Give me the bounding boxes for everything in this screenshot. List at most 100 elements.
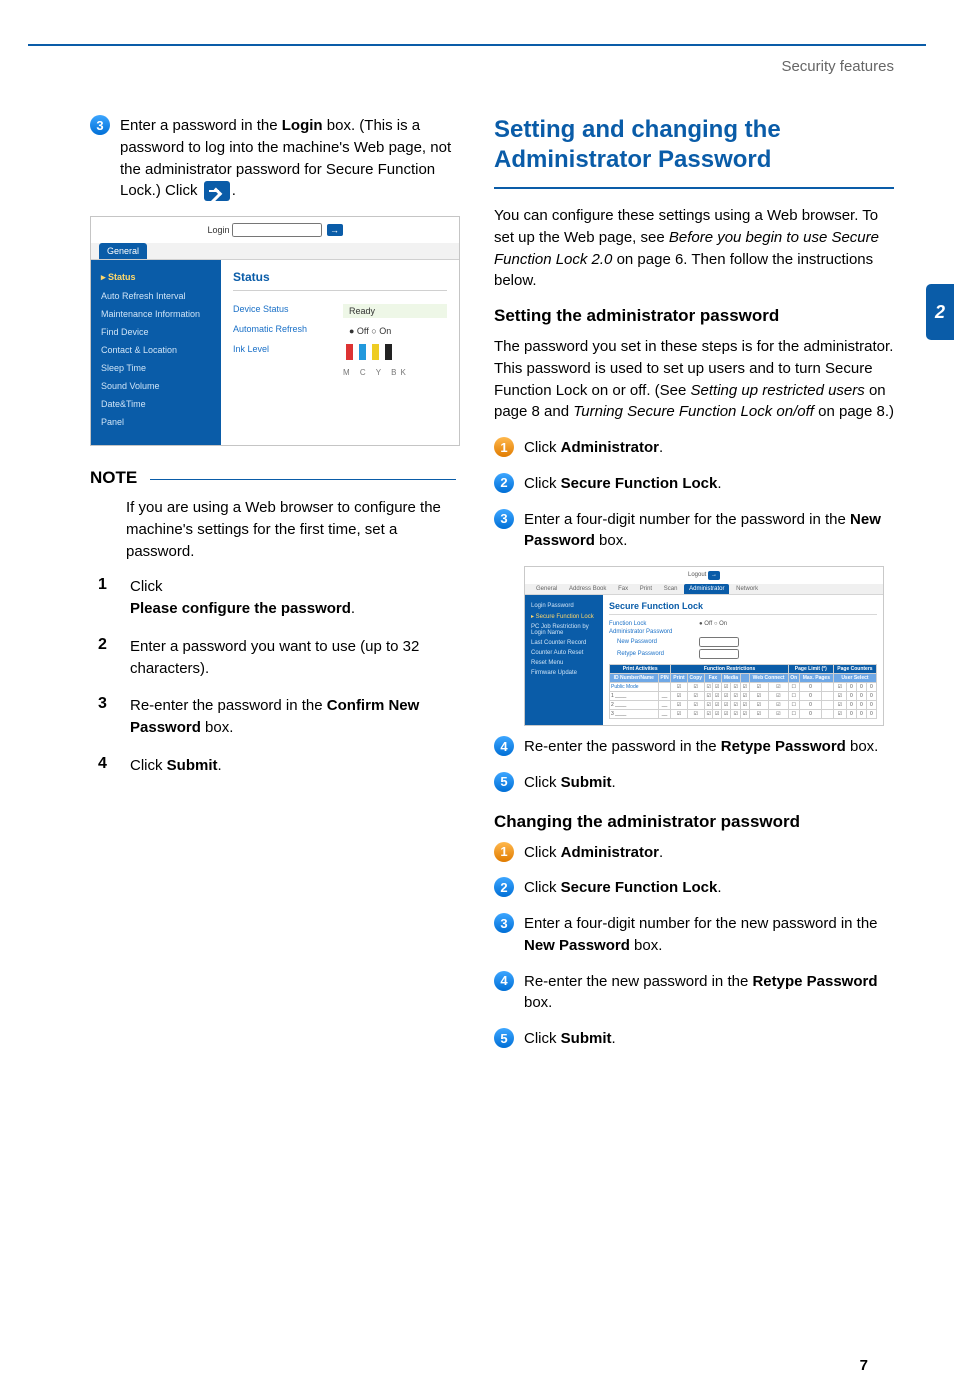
step-badge-3: 3 (90, 115, 110, 135)
sidebar-item[interactable]: ▸ Status (101, 268, 211, 287)
ss1-k: Ink Level (233, 344, 343, 362)
text: . (351, 600, 355, 617)
text: Enter a four-digit number for the new pa… (524, 915, 878, 932)
sidebar-item[interactable]: Maintenance Information (101, 305, 211, 323)
text: on page 8.) (814, 403, 894, 420)
text: Click (524, 774, 561, 791)
ss1-k: Device Status (233, 304, 343, 318)
ink-level-icon (343, 344, 395, 362)
ss2-tab[interactable]: General (531, 584, 562, 594)
sidebar-item[interactable]: Panel (101, 413, 211, 431)
ss2-retype-input[interactable] (699, 649, 739, 659)
ss2-side-item[interactable]: ▸ Secure Function Lock (531, 611, 597, 622)
text: Click (130, 578, 163, 595)
ss2-label: Administrator Password (609, 629, 699, 635)
text: Click (130, 757, 167, 774)
sub1-para: The password you set in these steps is f… (494, 336, 894, 423)
text: Administrator (561, 844, 659, 861)
ss1-sidebar: ▸ Status Auto Refresh Interval Maintenan… (91, 260, 221, 445)
ss2-side-item[interactable]: Last Counter Record (531, 638, 597, 648)
text: . (659, 439, 663, 456)
ss1-panel-title: Status (233, 270, 447, 291)
section-title: Setting and changing the Administrator P… (494, 115, 894, 175)
text: . (612, 1030, 616, 1047)
sidebar-item[interactable]: Sound Volume (101, 377, 211, 395)
ss2-tab[interactable]: Fax (613, 584, 633, 594)
note-step-num: 1 (98, 576, 130, 594)
ss2-tab[interactable]: Scan (659, 584, 683, 594)
ss2-tab[interactable]: Print (635, 584, 657, 594)
text: Secure Function Lock (561, 879, 718, 896)
screenshot-status-page: Login → General ▸ Status Auto Refresh In… (90, 216, 460, 446)
text: Enter a password in the (120, 117, 282, 134)
ss2-tab[interactable]: Administrator (684, 584, 729, 594)
text: . (612, 774, 616, 791)
text: Retype Password (721, 738, 846, 755)
text: Please configure the password (130, 600, 351, 617)
note-title: NOTE (90, 468, 460, 488)
text: Administrator (561, 439, 659, 456)
text: Click (524, 1030, 561, 1047)
text: Submit (561, 774, 612, 791)
text: Re-enter the new password in the (524, 973, 752, 990)
text: Submit (167, 757, 218, 774)
ss2-side-item[interactable]: Counter Auto Reset (531, 648, 597, 658)
ss2-side-item[interactable]: Reset Menu (531, 658, 597, 668)
ink-legend: M C Y BK (343, 368, 410, 377)
sidebar-item[interactable]: Find Device (101, 323, 211, 341)
ss1-login-label: Login (207, 225, 229, 235)
go-arrow-icon (204, 181, 230, 201)
ss2-tab[interactable]: Address Book (564, 584, 611, 594)
ss2-title: Secure Function Lock (609, 601, 877, 615)
ss2-table: Print ActivitiesFunction RestrictionsPag… (609, 664, 877, 719)
ss2-side-item[interactable]: PC Job Restriction by Login Name (531, 622, 597, 638)
ss2-side-item[interactable]: Login Password (531, 601, 597, 611)
text: Submit (561, 1030, 612, 1047)
text: . (717, 475, 721, 492)
ss2-label: Retype Password (609, 651, 699, 657)
subheading-setting: Setting the administrator password (494, 306, 894, 326)
text: Click (524, 439, 561, 456)
note-block: NOTE If you are using a Web browser to c… (90, 468, 460, 777)
sidebar-item[interactable]: Auto Refresh Interval (101, 287, 211, 305)
sidebar-item[interactable]: Sleep Time (101, 359, 211, 377)
note-step-num: 3 (98, 695, 130, 713)
ss2-tab[interactable]: Network (731, 584, 763, 594)
note-body: If you are using a Web browser to config… (126, 497, 460, 562)
note-step-num: 4 (98, 755, 130, 773)
subheading-changing: Changing the administrator password (494, 812, 894, 832)
text: box. (595, 532, 628, 549)
right-column: Setting and changing the Administrator P… (494, 115, 894, 1064)
note-rule (150, 479, 456, 480)
step-badge-3: 3 (494, 509, 514, 529)
text: box. (846, 738, 879, 755)
ss2-newpass-input[interactable] (699, 637, 739, 647)
login-bold: Login (282, 117, 323, 134)
ss2-logout[interactable]: Logout (688, 572, 706, 578)
ss1-v: Ready (343, 304, 447, 318)
step-badge-5: 5 (494, 772, 514, 792)
text: . (717, 879, 721, 896)
text: . (232, 182, 236, 199)
ss2-label: New Password (609, 639, 699, 645)
ss1-go-button[interactable]: → (327, 224, 343, 236)
xref[interactable]: Turning Secure Function Lock on/off (573, 403, 814, 420)
sidebar-item[interactable]: Date&Time (101, 395, 211, 413)
text: box. (201, 719, 234, 736)
sidebar-item[interactable]: Contact & Location (101, 341, 211, 359)
ss1-v: ● Off ○ On (343, 324, 447, 338)
ss1-tab-general[interactable]: General (99, 243, 147, 259)
ss2-side-item[interactable]: Firmware Update (531, 668, 597, 678)
intro-para: You can configure these settings using a… (494, 205, 894, 292)
text: Enter a password you want to use (up to … (130, 636, 460, 680)
xref[interactable]: Setting up restricted users (691, 382, 865, 399)
text: Re-enter the password in the (524, 738, 721, 755)
left-step-3: 3 Enter a password in the Login box. (Th… (90, 115, 460, 202)
text: Retype Password (752, 973, 877, 990)
text: Click (524, 844, 561, 861)
text: New Password (524, 937, 630, 954)
text: Secure Function Lock (561, 475, 718, 492)
screenshot-sfl-page: Logout → General Address Book Fax Print … (494, 566, 894, 726)
ss1-login-input[interactable] (232, 223, 322, 237)
step-badge-1: 1 (494, 842, 514, 862)
